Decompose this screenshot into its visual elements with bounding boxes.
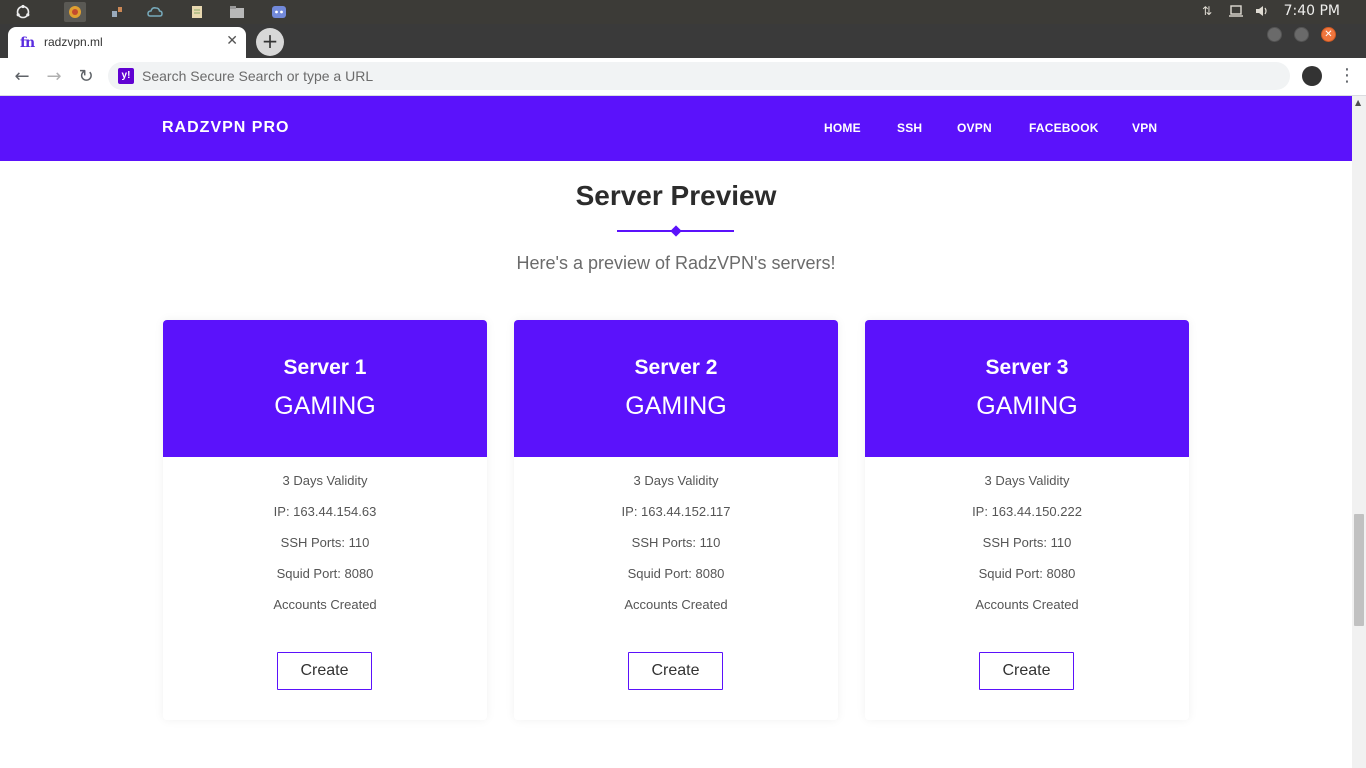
section-subtitle: Here's a preview of RadzVPN's servers! <box>516 253 836 273</box>
browser-menu-icon[interactable]: ⋮ <box>1338 64 1356 88</box>
browser-tab-strip: fn radzvpn.ml ✕ + ✕ <box>0 24 1366 58</box>
profile-avatar[interactable] <box>1302 66 1322 86</box>
server-card-header: Server 2 GAMING <box>514 320 838 457</box>
nav-vpn[interactable]: VPN <box>1132 121 1157 135</box>
nav-home[interactable]: HOME <box>824 121 861 135</box>
nav-ovpn[interactable]: OVPN <box>957 121 992 135</box>
window-maximize-button[interactable] <box>1294 27 1309 42</box>
reload-icon[interactable]: ↻ <box>74 65 98 89</box>
search-engine-icon: y! <box>118 68 134 84</box>
ubuntu-logo-icon[interactable] <box>12 2 34 22</box>
page-viewport: RADZVPN PRO HOME SSH OVPN FACEBOOK VPN S… <box>0 96 1352 768</box>
nav-facebook[interactable]: FACEBOOK <box>1029 121 1099 135</box>
new-tab-button[interactable]: + <box>256 28 284 56</box>
create-button[interactable]: Create <box>277 652 372 690</box>
file-manager-icon[interactable] <box>226 2 248 22</box>
create-button[interactable]: Create <box>628 652 723 690</box>
server-validity: 3 Days Validity <box>984 473 1070 488</box>
server-ip: IP: 163.44.154.63 <box>273 504 377 519</box>
server-ip: IP: 163.44.150.222 <box>972 504 1082 519</box>
nav-ssh[interactable]: SSH <box>897 121 922 135</box>
server-squid-port: Squid Port: 8080 <box>627 566 725 581</box>
address-input[interactable] <box>142 66 1242 86</box>
tab-title: radzvpn.ml <box>44 35 103 49</box>
scrollbar-thumb[interactable] <box>1354 514 1364 626</box>
server-name: Server 1 <box>283 356 367 379</box>
server-card-2: Server 2 GAMING 3 Days Validity IP: 163.… <box>514 320 838 720</box>
server-card-header: Server 1 GAMING <box>163 320 487 457</box>
server-validity: 3 Days Validity <box>633 473 719 488</box>
site-brand[interactable]: RADZVPN PRO <box>162 119 289 137</box>
network-tool-icon[interactable] <box>106 2 128 22</box>
divider-diamond <box>670 225 682 237</box>
server-type: GAMING <box>976 392 1078 420</box>
site-favicon-icon: fn <box>20 35 35 51</box>
server-squid-port: Squid Port: 8080 <box>276 566 374 581</box>
browser-toolbar: ← → ↻ y! ⋮ <box>0 58 1366 96</box>
site-navbar: RADZVPN PRO HOME SSH OVPN FACEBOOK VPN <box>0 96 1352 161</box>
server-ssh-ports: SSH Ports: 110 <box>631 535 721 550</box>
notes-app-icon[interactable] <box>186 2 208 22</box>
display-icon[interactable] <box>1228 4 1244 21</box>
server-accounts: Accounts Created <box>975 597 1079 612</box>
server-accounts: Accounts Created <box>273 597 377 612</box>
volume-icon[interactable] <box>1254 4 1270 21</box>
clock[interactable]: 7:40 PM <box>1284 3 1340 19</box>
server-name: Server 2 <box>634 356 718 379</box>
server-card-3: Server 3 GAMING 3 Days Validity IP: 163.… <box>865 320 1189 720</box>
discord-app-icon[interactable] <box>268 2 290 22</box>
server-type: GAMING <box>274 392 376 420</box>
server-ssh-ports: SSH Ports: 110 <box>280 535 370 550</box>
omnibox[interactable]: y! <box>108 62 1290 90</box>
section-title: Server Preview <box>575 180 777 211</box>
server-ip: IP: 163.44.152.117 <box>621 504 731 519</box>
forward-arrow-icon[interactable]: → <box>42 65 66 89</box>
server-validity: 3 Days Validity <box>282 473 368 488</box>
server-card-1: Server 1 GAMING 3 Days Validity IP: 163.… <box>163 320 487 720</box>
browser-tab[interactable]: fn radzvpn.ml ✕ <box>8 27 246 58</box>
server-name: Server 3 <box>985 356 1069 379</box>
scroll-up-arrow-icon[interactable]: ▲ <box>1355 98 1361 107</box>
server-card-header: Server 3 GAMING <box>865 320 1189 457</box>
server-accounts: Accounts Created <box>624 597 728 612</box>
cloud-app-icon[interactable] <box>144 2 166 22</box>
server-ssh-ports: SSH Ports: 110 <box>982 535 1072 550</box>
page-scrollbar[interactable]: ▲ <box>1352 96 1366 768</box>
os-top-panel: ⇅ 7:40 PM <box>0 0 1366 24</box>
back-arrow-icon[interactable]: ← <box>10 65 34 89</box>
tab-close-icon[interactable]: ✕ <box>226 33 238 49</box>
create-button[interactable]: Create <box>979 652 1074 690</box>
window-minimize-button[interactable] <box>1267 27 1282 42</box>
window-close-button[interactable]: ✕ <box>1321 27 1336 42</box>
chrome-app-icon[interactable] <box>64 2 86 22</box>
server-type: GAMING <box>625 392 727 420</box>
network-transfer-icon[interactable]: ⇅ <box>1202 4 1212 18</box>
server-squid-port: Squid Port: 8080 <box>978 566 1076 581</box>
